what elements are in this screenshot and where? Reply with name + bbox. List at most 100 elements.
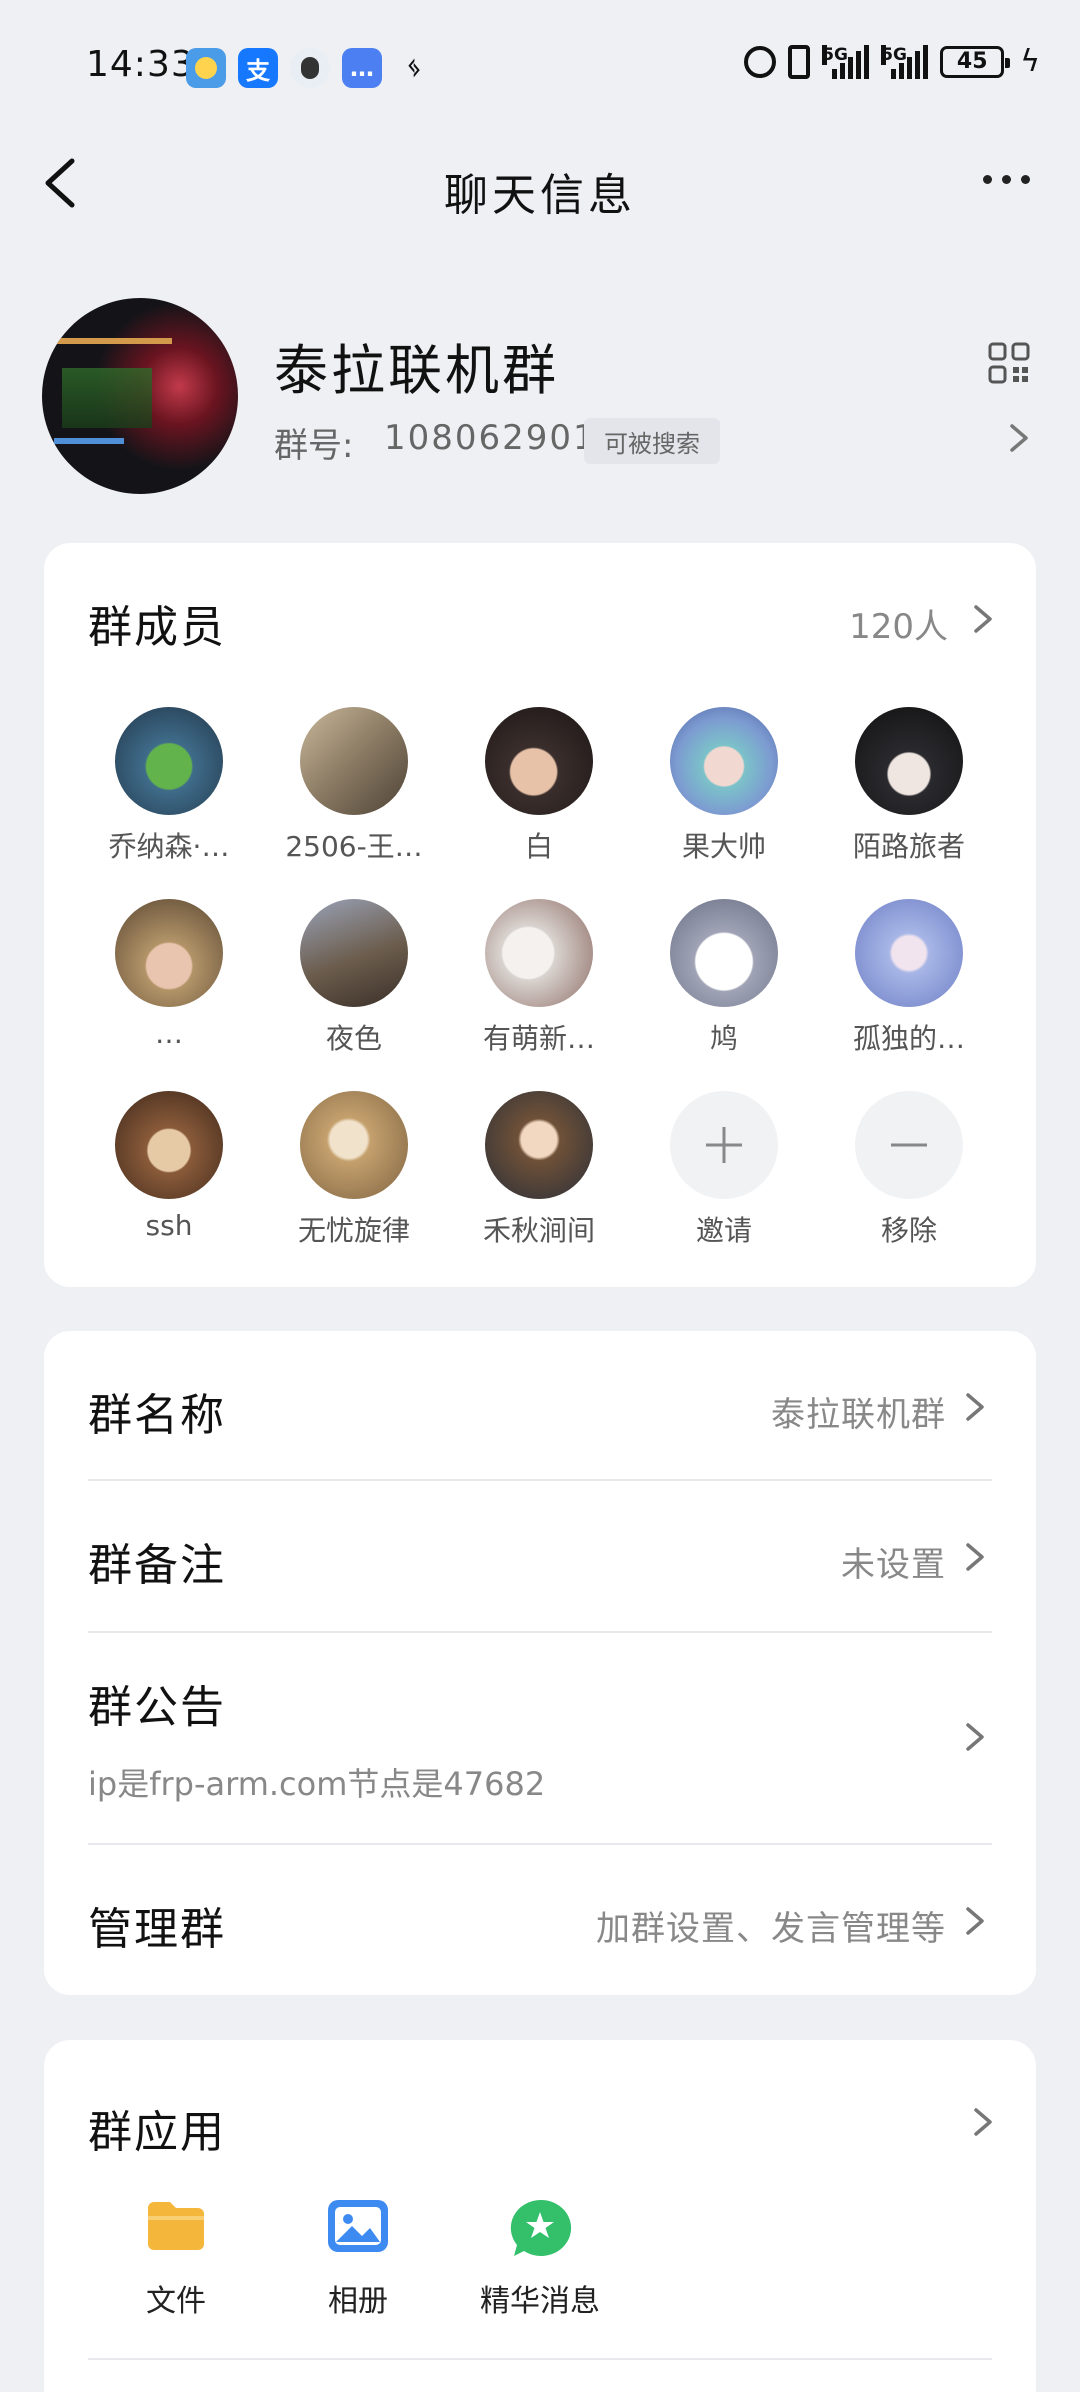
nav-bar: 聊天信息 [0,135,1080,235]
member-avatar [855,899,963,1007]
member-name: 无忧旋律 [297,1214,410,1247]
member-name: 夜色 [325,1022,382,1055]
member-avatar [115,1091,223,1199]
member-name: … [155,1017,183,1050]
app-label: 相册 [328,2284,388,2319]
member-name: ssh [145,1209,193,1242]
member-avatar [485,899,593,1007]
more-dot-icon [1002,175,1011,184]
group-remark-value: 未设置 [841,1545,946,1585]
member-name: 有萌新… [482,1022,595,1055]
member-name: 白 [524,830,553,863]
message-app-icon: … [342,48,382,88]
manage-group-value: 加群设置、发言管理等 [596,1909,946,1949]
members-chevron-icon[interactable] [964,601,1000,637]
member-item[interactable]: 无忧旋律 [261,1091,447,1249]
invite-label: 邀请 [695,1214,752,1247]
page-title: 聊天信息 [444,170,636,221]
announcement-title: 群公告 [88,1682,226,1733]
app-label: 精华消息 [480,2284,600,2319]
alipay-app-icon: 支 [238,48,278,88]
photo-album-icon [326,2198,390,2254]
member-item[interactable]: 2506-王… [261,707,447,865]
alarm-icon [744,45,777,78]
chevron-right-icon [956,1903,992,1939]
chevron-right-icon [956,1719,992,1755]
weather-app-icon [186,48,226,88]
charging-icon: ϟ [1020,44,1040,79]
qq-app-icon [290,48,330,88]
app-essence[interactable]: 精华消息 [450,2198,630,2320]
member-name: 2506-王… [285,830,423,863]
remove-member-button[interactable]: 移除 [816,1091,1002,1249]
group-name: 泰拉联机群 [274,339,559,402]
group-profile-chevron-icon[interactable] [1000,420,1036,456]
chevron-right-icon [956,1389,992,1425]
status-bar: 14:33 支 … ᛃ 5G 5G 45 ϟ [0,0,1080,135]
app-label: 文件 [146,2284,206,2319]
chevron-right-icon [956,1539,992,1575]
member-item[interactable]: ssh [76,1091,262,1242]
signal-2-icon: 5G [881,44,929,79]
member-avatar [485,707,593,815]
member-avatar [485,1091,593,1199]
member-item[interactable]: 禾秋涧间 [446,1091,632,1249]
settings-card: 群名称 泰拉联机群 群备注 未设置 群公告 ip是frp-arm.com节点是4… [44,1331,1036,1995]
member-avatar [670,899,778,1007]
app-files[interactable]: 文件 [86,2198,266,2320]
more-dot-icon [983,175,992,184]
member-avatar [115,707,223,815]
announcement-text: ip是frp-arm.com节点是47682 [88,1765,546,1803]
member-item[interactable]: 有萌新… [446,899,632,1057]
group-name-row[interactable]: 群名称 泰拉联机群 [88,1331,992,1481]
member-item[interactable]: 果大帅 [631,707,817,865]
manage-group-row[interactable]: 管理群 加群设置、发言管理等 [88,1845,992,1995]
member-item[interactable]: 鸠 [631,899,817,1057]
app-album[interactable]: 相册 [268,2198,448,2320]
qr-code-icon [988,342,1030,384]
group-avatar[interactable] [42,298,238,494]
announcement-row[interactable]: 群公告 ip是frp-arm.com节点是47682 [88,1633,992,1843]
members-title: 群成员 [88,602,226,653]
divider [88,2358,992,2360]
group-name-value: 泰拉联机群 [771,1395,946,1435]
nfc-icon: ᛃ [406,53,422,83]
member-item[interactable]: 夜色 [261,899,447,1057]
folder-icon [144,2198,208,2254]
group-id-label: 群号: [274,426,354,466]
remove-label: 移除 [880,1214,937,1247]
group-remark-title: 群备注 [88,1540,226,1591]
invite-member-button[interactable]: 邀请 [631,1091,817,1249]
status-indicators: 5G 5G 45 ϟ [744,44,1040,79]
member-avatar [115,899,223,1007]
searchable-badge: 可被搜索 [584,418,720,464]
more-options-button[interactable] [983,175,1030,184]
member-name: 鸠 [709,1022,738,1055]
add-icon [670,1091,778,1199]
member-avatar [300,899,408,1007]
member-name: 果大帅 [681,830,766,863]
member-avatar [670,707,778,815]
member-item[interactable]: 陌路旅者 [816,707,1002,865]
status-time: 14:33 [86,44,195,85]
member-avatar [300,1091,408,1199]
group-apps-chevron-icon[interactable] [964,2104,1000,2140]
battery-icon: 45 [940,45,1011,78]
member-avatar [855,707,963,815]
member-item[interactable]: 乔纳森·… [76,707,262,865]
member-item[interactable]: 白 [446,707,632,865]
members-card: 群成员 120人 乔纳森·… 2506-王… 白 果大帅 陌路旅者 … 夜色 有… [44,543,1036,1287]
members-count[interactable]: 120人 [849,599,948,648]
member-name: 孤独的… [852,1022,965,1055]
qr-code-button[interactable] [988,342,1030,384]
group-apps-card: 群应用 文件 相册 精华消息 [44,2040,1036,2392]
member-name: 陌路旅者 [852,830,965,863]
member-name: 禾秋涧间 [482,1214,595,1247]
group-remark-row[interactable]: 群备注 未设置 [88,1481,992,1631]
group-apps-title[interactable]: 群应用 [88,2096,226,2160]
signal-1-icon: 5G [822,44,870,79]
member-item[interactable]: … [76,899,262,1050]
member-item[interactable]: 孤独的… [816,899,1002,1057]
manage-group-title: 管理群 [88,1904,226,1955]
member-avatar [300,707,408,815]
